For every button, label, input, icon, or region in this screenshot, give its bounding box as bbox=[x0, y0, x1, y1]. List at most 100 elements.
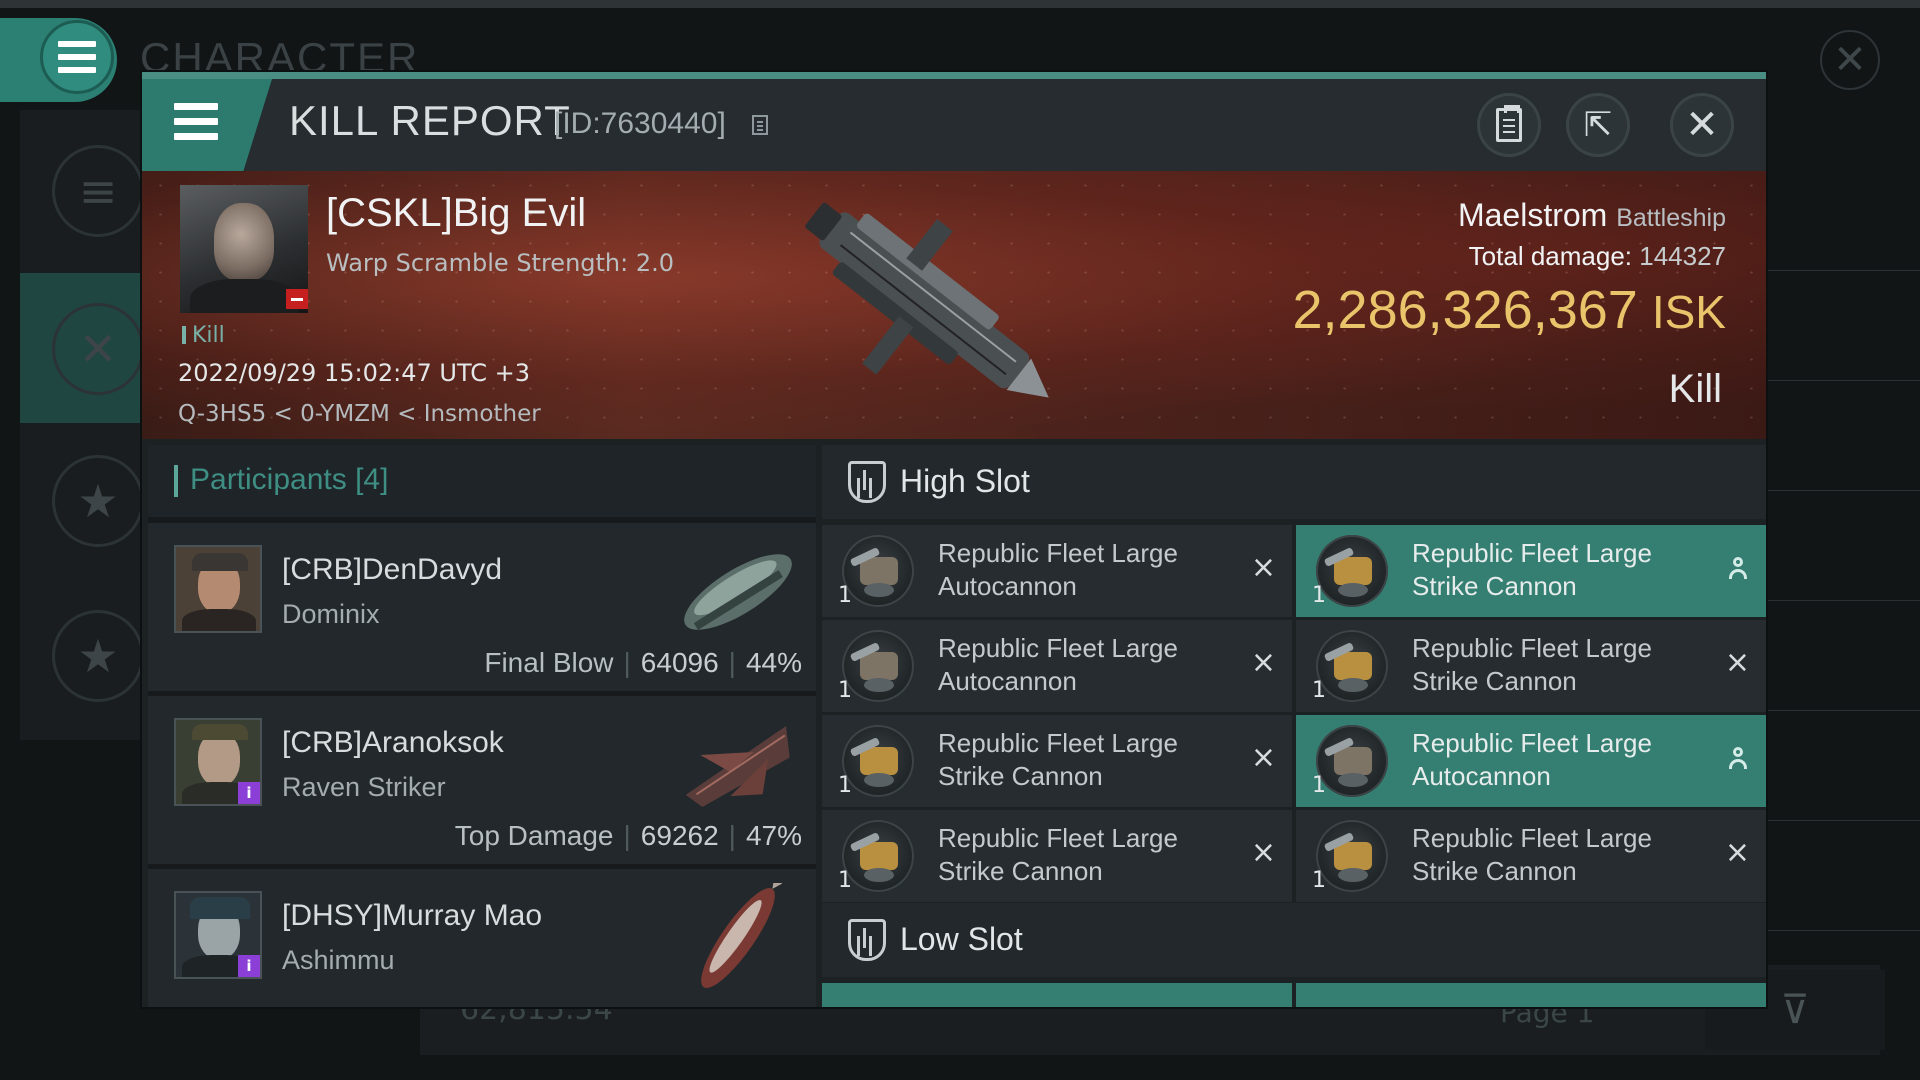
victim-ship-name[interactable]: Maelstrom Battleship bbox=[1458, 197, 1726, 234]
module-item[interactable]: 1 Republic Fleet Large Autocannon × bbox=[822, 525, 1292, 617]
module-name: Republic Fleet Large Strike Cannon bbox=[938, 823, 1178, 886]
module-item[interactable]: 1 Republic Fleet Large Strike Cannon × bbox=[1296, 620, 1766, 712]
module-qty: 1 bbox=[838, 773, 852, 798]
divider bbox=[1766, 270, 1920, 271]
dropped-person-icon bbox=[1728, 747, 1748, 771]
destroyed-icon: × bbox=[1250, 835, 1276, 870]
clipboard-icon bbox=[1496, 105, 1522, 142]
ship-class-text: Battleship bbox=[1616, 204, 1726, 232]
kill-tag: Kill bbox=[182, 323, 225, 348]
participants-title: Participants [4] bbox=[190, 463, 389, 496]
module-item[interactable]: 1 Republic Fleet Large Strike Cannon bbox=[1296, 525, 1766, 617]
module-item[interactable]: 1 Republic Fleet Large Strike Cannon × bbox=[822, 810, 1292, 902]
bg-star-ring-icon[interactable]: ★ bbox=[52, 610, 144, 702]
participant-ship: Raven Striker bbox=[282, 772, 446, 802]
module-name: Republic Fleet Large Autocannon bbox=[938, 633, 1178, 696]
kill-banner: [CSKL]Big Evil Warp Scramble Strength: 2… bbox=[142, 171, 1766, 439]
autocannon-icon bbox=[842, 535, 914, 607]
high-slot-title: High Slot bbox=[900, 463, 1030, 499]
menu-icon bbox=[58, 41, 96, 73]
module-item[interactable]: 1 Republic Fleet Large Strike Cannon × bbox=[1296, 810, 1766, 902]
isk-unit: ISK bbox=[1651, 286, 1726, 338]
autocannon-icon bbox=[842, 630, 914, 702]
module-qty: 1 bbox=[838, 583, 852, 608]
module-item[interactable]: 1 Republic Fleet Large Autocannon bbox=[1296, 715, 1766, 807]
kill-datetime: 2022/09/29 15:02:47 UTC +3 bbox=[178, 359, 530, 387]
participant-percent: 47% bbox=[745, 820, 802, 851]
modal-accent-bar bbox=[142, 72, 1766, 79]
avatar[interactable]: i bbox=[174, 718, 262, 806]
participant-name[interactable]: [CRB]DenDavyd bbox=[282, 553, 502, 587]
participant-row[interactable]: [CRB]DenDavyd Dominix Final Blow | 64096 | 4… bbox=[148, 523, 816, 691]
participant-role: Final Blow bbox=[484, 647, 614, 678]
module-qty: 1 bbox=[838, 868, 852, 893]
external-link-icon: ⇱ bbox=[1583, 105, 1613, 145]
participant-damage: 69262 bbox=[640, 820, 719, 851]
module-name: Republic Fleet Large Autocannon bbox=[938, 538, 1178, 601]
participant-name[interactable]: [CRB]Aranoksok bbox=[282, 726, 504, 760]
dropped-person-icon bbox=[1728, 557, 1748, 581]
module-name: Republic Fleet Large Strike Cannon bbox=[1412, 538, 1652, 601]
participant-row[interactable]: i [CRB]Aranoksok Raven Striker Top Damag… bbox=[148, 696, 816, 864]
autocannon-icon bbox=[1316, 725, 1388, 797]
divider bbox=[1766, 820, 1920, 821]
destroyed-icon: × bbox=[1250, 550, 1276, 585]
low-slot-title: Low Slot bbox=[900, 921, 1023, 957]
bg-swords-icon[interactable]: ✕ bbox=[52, 303, 144, 395]
kill-location[interactable]: Q-3HS5 < 0-YMZM < Insmother bbox=[178, 401, 541, 427]
modal-menu-button[interactable] bbox=[142, 79, 272, 171]
participant-role: Top Damage bbox=[454, 820, 614, 851]
divider bbox=[1766, 380, 1920, 381]
module-name: Republic Fleet Large Strike Cannon bbox=[1412, 823, 1652, 886]
module-item[interactable] bbox=[822, 983, 1292, 1007]
participant-stats: Top Damage | 69262 | 47% bbox=[454, 820, 802, 851]
module-name: Republic Fleet Large Strike Cannon bbox=[1412, 633, 1652, 696]
bg-star-icon[interactable]: ★ bbox=[52, 455, 144, 547]
hostile-badge-icon bbox=[286, 289, 308, 309]
module-item[interactable] bbox=[1296, 983, 1766, 1007]
avatar[interactable] bbox=[174, 545, 262, 633]
total-damage: Total damage: 144327 bbox=[1469, 241, 1726, 272]
bg-close-icon[interactable]: ✕ bbox=[1820, 30, 1880, 90]
strike-cannon-icon bbox=[1316, 535, 1388, 607]
victim-subtitle: Warp Scramble Strength: 2.0 bbox=[326, 249, 675, 277]
corp-badge-icon: i bbox=[238, 782, 260, 804]
clipboard-button[interactable] bbox=[1477, 93, 1541, 157]
share-button[interactable]: ⇱ bbox=[1566, 93, 1630, 157]
module-qty: 1 bbox=[1312, 868, 1326, 893]
result-label: Kill bbox=[1668, 367, 1722, 411]
participant-ship: Dominix bbox=[282, 599, 380, 629]
destroyed-icon: × bbox=[1250, 645, 1276, 680]
low-slot-header: Low Slot bbox=[822, 903, 1766, 977]
module-name: Republic Fleet Large Strike Cannon bbox=[938, 728, 1178, 791]
module-item[interactable]: 1 Republic Fleet Large Strike Cannon × bbox=[822, 715, 1292, 807]
participant-damage: 64096 bbox=[640, 647, 719, 678]
participant-ship-image[interactable] bbox=[668, 883, 808, 993]
ship-name-text: Maelstrom bbox=[1457, 197, 1608, 233]
module-qty: 1 bbox=[1312, 678, 1326, 703]
total-damage-value: 144327 bbox=[1639, 241, 1726, 271]
divider bbox=[1766, 600, 1920, 601]
divider bbox=[1766, 710, 1920, 711]
victim-ship-image[interactable] bbox=[762, 171, 1092, 439]
participant-row[interactable]: i [DHSY]Murray Mao Ashimmu bbox=[148, 869, 816, 1007]
report-id: [ID:7630440] bbox=[554, 107, 726, 140]
top-edge bbox=[0, 0, 1920, 8]
strike-cannon-icon bbox=[1316, 630, 1388, 702]
high-slot-header: High Slot bbox=[822, 445, 1766, 519]
isk-value: 2,286,326,367 ISK bbox=[1293, 279, 1727, 341]
low-slot-icon bbox=[848, 919, 886, 961]
participant-ship-image[interactable] bbox=[668, 537, 808, 647]
module-qty: 1 bbox=[1312, 583, 1326, 608]
victim-name[interactable]: [CSKL]Big Evil bbox=[326, 191, 586, 236]
bg-list-icon[interactable]: ≡ bbox=[52, 145, 144, 237]
module-item[interactable]: 1 Republic Fleet Large Autocannon × bbox=[822, 620, 1292, 712]
participant-name[interactable]: [DHSY]Murray Mao bbox=[282, 899, 542, 933]
participant-ship: Ashimmu bbox=[282, 945, 395, 975]
avatar[interactable]: i bbox=[174, 891, 262, 979]
close-button[interactable]: ✕ bbox=[1670, 93, 1734, 157]
copy-id-icon[interactable] bbox=[752, 115, 768, 135]
main-menu-button[interactable] bbox=[0, 18, 117, 102]
strike-cannon-icon bbox=[1316, 820, 1388, 892]
participant-ship-image[interactable] bbox=[668, 710, 808, 820]
